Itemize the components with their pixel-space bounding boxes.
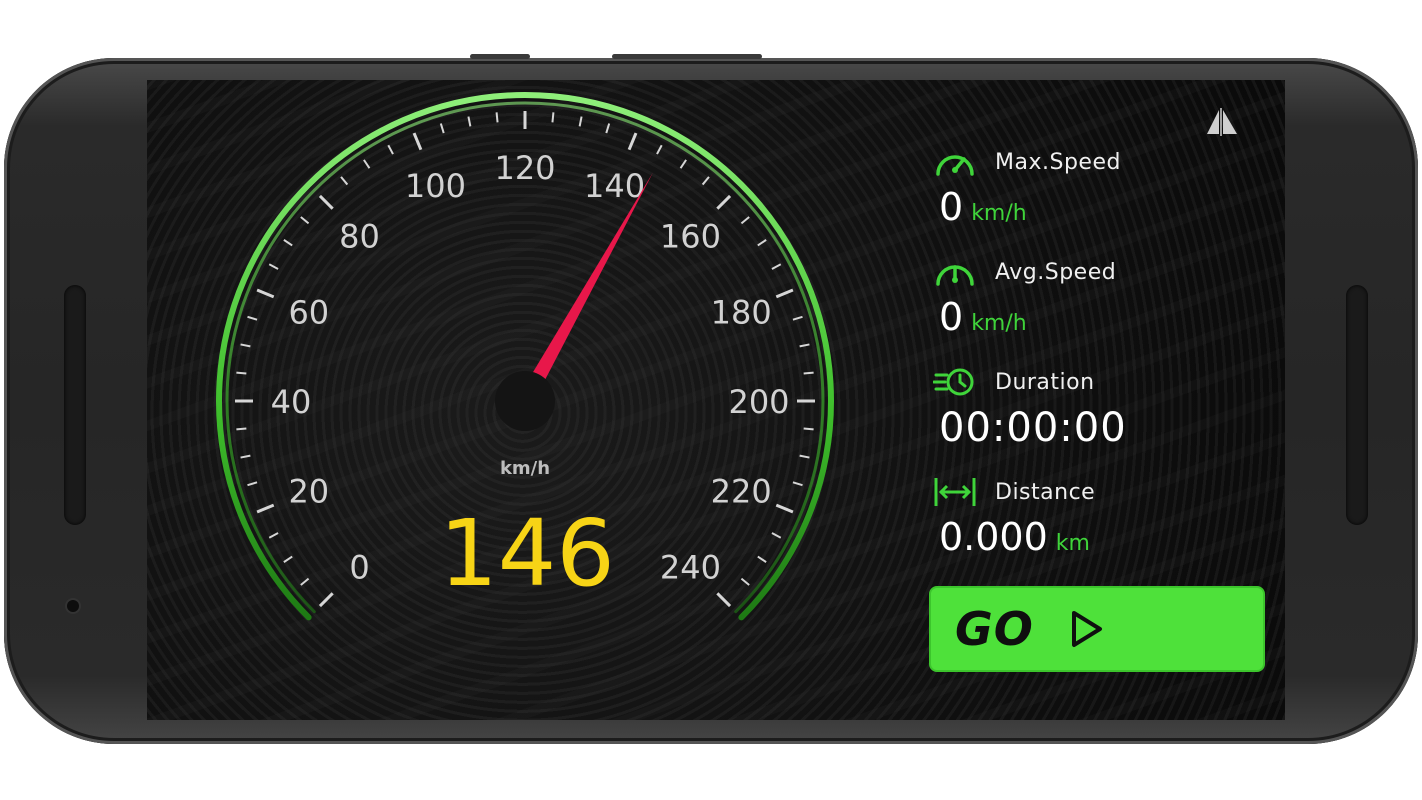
play-icon (1071, 611, 1102, 647)
gauge-minor-tick (283, 239, 293, 247)
gauge-major-tick (716, 592, 732, 608)
gauge-tick-label: 200 (728, 383, 789, 421)
gauge-major-tick (256, 503, 275, 514)
max-speed-value: 0 (939, 185, 964, 229)
mirror-icon[interactable] (1203, 106, 1243, 138)
gauge-tick-label: 240 (660, 548, 721, 586)
gauge-minor-tick (363, 159, 371, 169)
gauge-minor-tick (551, 112, 555, 123)
gauge-minor-tick (799, 343, 810, 348)
duration-value: 00:00:00 (939, 405, 1127, 451)
device-stage: 0 20 40 60 80 100 120 140 160 180 200 220 240 km/h 1… (0, 0, 1422, 800)
distance-unit: km (1055, 531, 1090, 556)
current-speed-readout: 146 (439, 500, 615, 607)
gauge-minor-tick (340, 176, 349, 186)
gauge-tick-label: 160 (660, 218, 721, 256)
gauge-minor-tick (757, 555, 767, 563)
gauge-major-tick (412, 132, 423, 151)
gauge-minor-tick (467, 116, 472, 127)
gauge-minor-tick (283, 555, 293, 563)
gauge-minor-tick (605, 123, 611, 134)
gauge-minor-tick (236, 371, 247, 375)
distance-arrows-icon (933, 472, 979, 512)
timer-icon (933, 362, 979, 402)
gauge-minor-tick (771, 263, 782, 270)
gauge-major-tick (775, 503, 794, 514)
gauge-minor-tick (439, 123, 445, 134)
gauge-tick-label: 140 (584, 167, 645, 205)
go-button-label: GO (955, 602, 1034, 656)
phone-top-button-right (612, 54, 762, 59)
distance-value: 0.000 (939, 515, 1048, 559)
gauge-major-tick (716, 194, 732, 210)
avg-speed-unit: km/h (971, 311, 1027, 336)
gauge-major-tick (318, 194, 334, 210)
gauge-unit-label: km/h (499, 458, 551, 479)
gauge-minor-tick (792, 481, 803, 487)
gauge-minor-tick (495, 112, 499, 123)
gauge-minor-tick (387, 144, 394, 155)
gauge-minor-tick (300, 577, 310, 586)
gauge-major-tick (318, 592, 334, 608)
gauge-tick-label: 100 (405, 167, 466, 205)
max-speed-unit: km/h (971, 201, 1027, 226)
stat-distance: Distance 0.000 km (933, 472, 1273, 556)
gauge-minor-tick (740, 216, 750, 225)
needle-hub (495, 371, 555, 431)
gauge-minor-tick (240, 343, 251, 348)
gauge-minor-tick (679, 159, 687, 169)
phone-left-grip (64, 285, 86, 525)
gauge-minor-tick (771, 532, 782, 539)
stat-avg-speed: Avg.Speed 0 km/h (933, 252, 1273, 336)
gauge-major-tick (775, 288, 794, 299)
gauge-tick-label: 40 (271, 383, 312, 421)
phone-top-button-left (470, 54, 530, 59)
go-button[interactable]: GO (929, 586, 1265, 672)
gauge-tick-label: 80 (339, 218, 380, 256)
stat-max-speed: Max.Speed 0 km/h (933, 142, 1273, 226)
gauge-minor-tick (247, 481, 258, 487)
stat-duration: Duration 00:00:00 (933, 362, 1273, 448)
gauge-minor-tick (792, 315, 803, 321)
gauge-minor-tick (740, 577, 750, 586)
gauge-major-tick (627, 132, 638, 151)
gauge-tick-label: 20 (288, 473, 329, 511)
avg-speed-label: Avg.Speed (995, 259, 1117, 285)
gauge-minor-tick (240, 454, 251, 459)
gauge-needle (518, 172, 654, 405)
distance-label: Distance (995, 479, 1096, 505)
gauge-minor-tick (803, 371, 814, 375)
gauge-minor-tick (799, 454, 810, 459)
gauge-minor-tick (803, 427, 814, 431)
gauge-minor-tick (268, 263, 279, 270)
speedometer-icon (933, 252, 979, 292)
gauge-minor-tick (236, 427, 247, 431)
app-screen: 0 20 40 60 80 100 120 140 160 180 200 220 240 km/h 1… (147, 80, 1285, 720)
duration-label: Duration (995, 369, 1095, 395)
gauge-minor-tick (656, 144, 663, 155)
gauge-minor-tick (268, 532, 279, 539)
gauge-minor-tick (300, 216, 310, 225)
gauge-tick-label: 60 (288, 293, 329, 331)
gauge-minor-tick (701, 176, 710, 186)
gauge-minor-tick (578, 116, 583, 127)
gauge-minor-tick (247, 315, 258, 321)
gauge-tick-label: 220 (711, 473, 772, 511)
gauge-tick-label: 120 (494, 149, 555, 187)
gauge-minor-tick (757, 239, 767, 247)
front-camera (67, 600, 79, 612)
needle-pointer (518, 172, 654, 405)
max-speed-label: Max.Speed (995, 149, 1121, 175)
speedometer-icon (933, 142, 979, 182)
gauge-tick-label: 0 (349, 548, 369, 586)
gauge-major-tick (256, 288, 275, 299)
avg-speed-value: 0 (939, 295, 964, 339)
phone-right-grip (1346, 285, 1368, 525)
gauge-tick-label: 180 (711, 293, 772, 331)
